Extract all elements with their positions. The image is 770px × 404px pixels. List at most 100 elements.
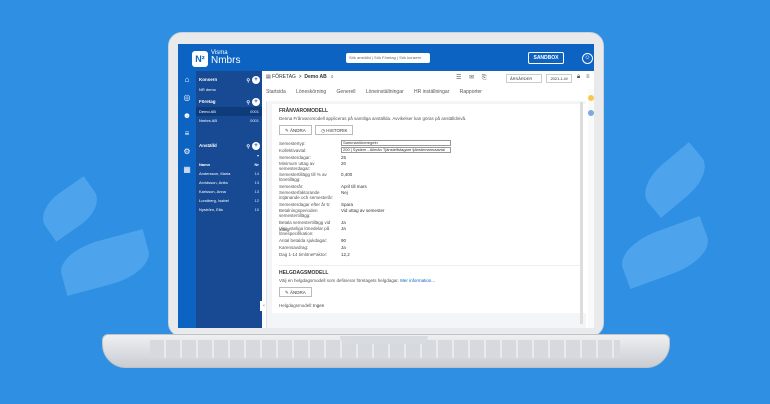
- scrollbar[interactable]: [580, 102, 583, 324]
- field-row: Kollektivavtal: 200 | System - Allmän Tjä…: [279, 147, 581, 154]
- section-description: Välj en helgdagsmodell som definierar fö…: [279, 278, 581, 283]
- yearly-actions-dropdown[interactable]: ÅRSÅRDER: [506, 74, 542, 83]
- list-icon[interactable]: ≡: [178, 125, 196, 143]
- field-label: Helgdagsmodell:: [279, 303, 313, 308]
- section-title: HELGDAGSMODELL: [279, 270, 329, 276]
- leaf-decoration: [615, 215, 715, 290]
- breadcrumb: ▤ FÖRETAG > Demo AB ⌕: [266, 74, 334, 80]
- breadcrumb-root[interactable]: FÖRETAG: [272, 74, 296, 80]
- tab-generell[interactable]: Generell: [337, 89, 356, 95]
- chat-icon[interactable]: ✉: [469, 75, 474, 81]
- table-row[interactable]: Arvidsson, Anita 13: [196, 178, 262, 187]
- chart-icon[interactable]: ▦: [178, 161, 196, 179]
- field-label: Semestertyp:: [279, 141, 306, 146]
- field-label: Betalningsperioden semestertillägg:: [279, 208, 318, 218]
- helgdag-desc: Välj en helgdagsmodell som definierar fö…: [279, 278, 399, 283]
- field-label: Visa vänliga lönedelar på lönespecifikat…: [279, 226, 330, 236]
- item-count: 13: [254, 189, 259, 194]
- table-row[interactable]: Andersson, Maria 14: [196, 169, 262, 178]
- history-button[interactable]: ◷ HISTORIK: [315, 125, 354, 135]
- notification-icon[interactable]: [588, 95, 594, 101]
- add-button[interactable]: +: [252, 98, 260, 106]
- list-item[interactable]: NR demo: [196, 85, 262, 94]
- item-count: 0001: [250, 118, 259, 123]
- list-item[interactable]: Demo AB 0001: [196, 107, 262, 116]
- top-bar: N² Visma Nmbrs Sök anställd | Sök Företa…: [178, 44, 594, 71]
- users-icon[interactable]: ☻: [178, 107, 196, 125]
- pencil-icon: ✎: [285, 128, 289, 133]
- field-row: Semesterår: April till mars: [279, 183, 581, 190]
- field-row: Betala semestertillägg vid uttag: Ja: [279, 219, 581, 232]
- add-button[interactable]: +: [252, 76, 260, 84]
- field-label: Semestertillägg till % av lönetillägg:: [279, 172, 327, 182]
- help-icon[interactable]: [588, 110, 594, 116]
- item-count: 12: [254, 198, 259, 203]
- field-value: 20: [341, 161, 347, 166]
- field-label: Semesterdagar:: [279, 155, 312, 160]
- add-button[interactable]: +: [252, 142, 260, 150]
- tab-hr-installningar[interactable]: HR inställningar: [414, 89, 449, 95]
- field-label: Semesterdagar efter år 5:: [279, 202, 331, 207]
- field-value: April till mars: [341, 184, 367, 189]
- field-value: Nej: [341, 190, 348, 195]
- tab-rapporter[interactable]: Rapporter: [460, 89, 482, 95]
- field-value: Ja: [341, 220, 346, 225]
- home-icon[interactable]: ⌂: [178, 71, 196, 89]
- table-row[interactable]: Lundberg, Isabel 12: [196, 196, 262, 205]
- filter-icon[interactable]: ▾: [257, 151, 259, 160]
- tab-loneskorning[interactable]: Löneskörning: [296, 89, 326, 95]
- laptop-hinge: [340, 336, 428, 344]
- field-label: Karensavdrag:: [279, 245, 309, 250]
- field-row: Helgdagsmodell: Ingen: [279, 302, 581, 309]
- col-nr: Nr: [254, 162, 259, 167]
- global-search-input[interactable]: Sök anställd | Sök Företag | Sök konsern: [346, 53, 430, 63]
- tab-loneinstallningar[interactable]: Löneinställningar: [366, 89, 404, 95]
- edit-button[interactable]: ✎ ÄNDRA: [279, 125, 312, 135]
- table-row[interactable]: Nyström, Ella 10: [196, 205, 262, 214]
- field-row: Semesterdagar: 25: [279, 154, 581, 161]
- field-label: Kollektivavtal:: [279, 148, 307, 153]
- table-header: Namn Nr: [196, 160, 262, 169]
- sandbox-button[interactable]: SANDBOX: [528, 52, 564, 64]
- field-row: Minimum uttag av semesterdagar: 20: [279, 161, 581, 172]
- edit-label: ÄNDRA: [290, 290, 306, 295]
- sidebar: Konsern ⚲ + NR demo Företag ⚲ + Demo AB 0…: [196, 71, 262, 328]
- leaf-decoration: [635, 142, 715, 218]
- user-icon[interactable]: ☺: [582, 53, 593, 64]
- attachment-icon[interactable]: ⎘: [482, 75, 487, 81]
- more-info-link[interactable]: Mer information...: [400, 278, 435, 283]
- kollektivavtal-select[interactable]: 200 | System - Allmän Tjänstelfstagare t…: [341, 147, 451, 153]
- field-row: Semestertillägg till % av lönetillägg: 0,…: [279, 172, 581, 183]
- field-value: Vid uttag av semester: [341, 208, 385, 213]
- right-panel: [588, 89, 594, 328]
- list-view-icon[interactable]: ☰: [456, 75, 461, 81]
- item-name: Demo AB: [199, 109, 216, 114]
- item-name: Andersson, Maria: [199, 171, 231, 176]
- item-count: 14: [254, 171, 259, 176]
- history-label: HISTORIK: [326, 128, 348, 133]
- field-row: Karensavdrag: Ja: [279, 244, 581, 251]
- gear-icon[interactable]: ⚙: [178, 143, 196, 161]
- section-description: Denna Frånvaromodell appliceras på samtl…: [279, 116, 467, 121]
- section-label: Företag: [199, 99, 216, 104]
- compass-icon[interactable]: ◎: [178, 89, 196, 107]
- menu-icon[interactable]: ≡: [586, 74, 590, 80]
- field-value: 90: [341, 238, 347, 243]
- field-row: Betalningsperioden semestertillägg: Vid u…: [279, 208, 581, 219]
- logo-text: Visma Nmbrs: [211, 50, 240, 66]
- edit-button[interactable]: ✎ ÄNDRA: [279, 287, 312, 297]
- sidebar-section-foretag: Företag ⚲ +: [196, 97, 262, 107]
- table-row[interactable]: Karlsson, Anna 13: [196, 187, 262, 196]
- toolbar-icons: ☰ ✉ ⎘: [456, 74, 493, 82]
- period-selector[interactable]: 2021-1-M: [546, 74, 572, 83]
- franvaro-card: FRÅNVAROMODELL Denna Frånvaromodell appl…: [272, 104, 588, 313]
- field-value: Ingen: [313, 303, 325, 308]
- sidebar-section-konsern: Konsern ⚲ +: [196, 75, 262, 85]
- tab-startsida[interactable]: Startsida: [266, 89, 286, 95]
- lock-icon[interactable]: 🔒︎: [577, 74, 580, 81]
- semestertyp-select[interactable]: Sammanlöneregeln: [341, 140, 451, 146]
- field-row: Dag 1-14 timlöneFaktor: 12,2: [279, 251, 581, 258]
- magnifier-icon[interactable]: ⌕: [331, 74, 334, 80]
- list-item[interactable]: Nmbrs AB 0001: [196, 116, 262, 125]
- field-label: Semesterår:: [279, 184, 304, 189]
